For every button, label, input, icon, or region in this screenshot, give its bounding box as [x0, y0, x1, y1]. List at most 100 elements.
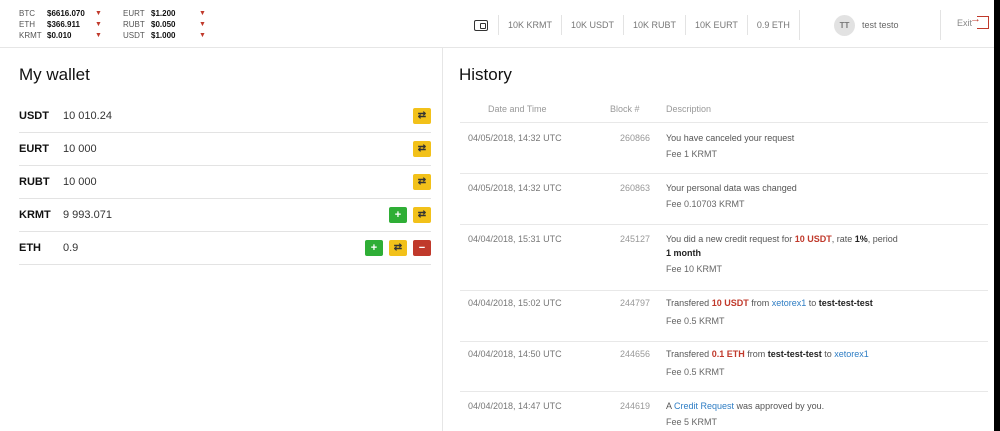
ticker-price: $0.050	[151, 20, 176, 29]
user-link[interactable]: xetorex1	[772, 298, 807, 308]
ticker-symbol: USDT	[123, 31, 145, 40]
history-row: 04/04/2018, 14:47 UTC 244619 A Credit Re…	[460, 391, 988, 431]
caret-down-icon[interactable]: ▼	[95, 8, 105, 19]
exchange-button[interactable]: ⇄	[413, 141, 431, 157]
history-block: 244656	[619, 349, 650, 359]
wallet-row-eth: ETH 0.9 + ⇄ −	[19, 232, 431, 265]
wallet-amount: 10 000	[63, 176, 97, 188]
avatar: TT	[834, 14, 855, 36]
history-fee: Fee 0.5 KRMT	[666, 316, 725, 326]
wallet-currency: KRMT	[19, 209, 51, 221]
history-row: 04/04/2018, 15:31 UTC 245127 You did a n…	[460, 224, 988, 290]
desc-user: test-test-test	[767, 349, 822, 359]
caret-down-icon[interactable]: ▼	[199, 19, 209, 30]
balance-krmt: 10K KRMT	[498, 15, 561, 35]
history-date: 04/04/2018, 15:02 UTC	[468, 298, 562, 308]
top-bar: BTC $6616.070 ▼ ETH $366.911 ▼ KRMT $0.010 ▼ E…	[0, 0, 994, 48]
wallet-amount: 9 993.071	[63, 209, 112, 221]
user-menu[interactable]: TT test testo	[799, 10, 941, 40]
add-button[interactable]: +	[365, 240, 383, 256]
credit-request-link[interactable]: Credit Request	[674, 401, 734, 411]
add-button[interactable]: +	[389, 207, 407, 223]
wallet-currency: RUBT	[19, 176, 50, 188]
history-block: 245127	[619, 234, 650, 244]
desc-text: , rate	[831, 234, 855, 244]
ticker-price: $366.911	[47, 20, 80, 29]
wallet-panel: My wallet USDT 10 010.24 ⇄ EURT 10 000 ⇄…	[0, 48, 443, 431]
history-row: 04/04/2018, 15:02 UTC 244797 Transfered …	[460, 290, 988, 341]
desc-text: Transfered	[666, 349, 712, 359]
exchange-button[interactable]: ⇄	[389, 240, 407, 256]
wallet-amount: 10 000	[63, 143, 97, 155]
ticker-symbol: KRMT	[19, 31, 42, 40]
minus-icon: −	[418, 241, 426, 254]
history-date: 04/05/2018, 14:32 UTC	[468, 183, 562, 193]
plus-icon: +	[370, 241, 378, 254]
column-header-date: Date and Time	[488, 104, 547, 114]
exit-button[interactable]: Exit	[957, 13, 990, 29]
history-row: 04/05/2018, 14:32 UTC 260863 Your person…	[460, 173, 988, 224]
history-fee: Fee 0.5 KRMT	[666, 367, 725, 377]
ticker-row-eth[interactable]: ETH $366.911 ▼	[19, 19, 105, 30]
caret-down-icon[interactable]: ▼	[199, 30, 209, 41]
desc-text: , period	[867, 234, 898, 244]
balance-bar: 10K KRMT 10K USDT 10K RUBT 10K EURT 0.9 …	[474, 15, 799, 35]
exit-icon	[970, 13, 990, 29]
ticker-symbol: ETH	[19, 20, 35, 29]
exchange-button[interactable]: ⇄	[413, 207, 431, 223]
caret-down-icon[interactable]: ▼	[199, 8, 209, 19]
desc-rate: 1%	[854, 234, 868, 244]
caret-down-icon[interactable]: ▼	[95, 19, 105, 30]
wallet-icon[interactable]	[474, 19, 488, 31]
user-link[interactable]: xetorex1	[834, 349, 869, 359]
exchange-button[interactable]: ⇄	[413, 108, 431, 124]
ticker-row-usdt[interactable]: USDT $1.000 ▼	[123, 30, 209, 41]
desc-text: from	[748, 298, 772, 308]
remove-button[interactable]: −	[413, 240, 431, 256]
history-description: Transfered 10 USDT from xetorex1 to test…	[666, 296, 984, 310]
history-date: 04/04/2018, 14:50 UTC	[468, 349, 562, 359]
history-description: Your personal data was changed	[666, 183, 797, 193]
user-name: test testo	[862, 20, 899, 30]
ticker-price: $1.000	[151, 31, 176, 40]
desc-user: test-test-test	[818, 298, 873, 308]
balance-rubt: 10K RUBT	[623, 15, 685, 35]
app-frame: BTC $6616.070 ▼ ETH $366.911 ▼ KRMT $0.010 ▼ E…	[0, 0, 994, 431]
desc-amount: 10 USDT	[711, 298, 749, 308]
wallet-row-eurt: EURT 10 000 ⇄	[19, 133, 431, 166]
ticker-price: $1.200	[151, 9, 176, 18]
history-block: 244797	[619, 298, 650, 308]
history-fee: Fee 10 KRMT	[666, 264, 723, 274]
history-description: Transfered 0.1 ETH from test-test-test t…	[666, 347, 984, 361]
ticker-left: BTC $6616.070 ▼ ETH $366.911 ▼ KRMT $0.010 ▼	[19, 8, 105, 41]
desc-text: was approved by you.	[734, 401, 825, 411]
history-panel: History Date and Time Block # Descriptio…	[444, 48, 994, 431]
history-date: 04/05/2018, 14:32 UTC	[468, 133, 562, 143]
desc-text: Transfered	[666, 298, 712, 308]
history-fee: Fee 0.10703 KRMT	[666, 199, 745, 209]
plus-icon: +	[394, 208, 402, 221]
balance-eth: 0.9 ETH	[746, 15, 799, 35]
wallet-row-usdt: USDT 10 010.24 ⇄	[19, 100, 431, 133]
desc-period: 1 month	[666, 248, 701, 258]
wallet-row-rubt: RUBT 10 000 ⇄	[19, 166, 431, 199]
ticker-row-rubt[interactable]: RUBT $0.050 ▼	[123, 19, 209, 30]
ticker-row-eurt[interactable]: EURT $1.200 ▼	[123, 8, 209, 19]
history-fee: Fee 5 KRMT	[666, 417, 718, 427]
history-description: You did a new credit request for 10 USDT…	[666, 232, 984, 260]
exchange-arrows-icon: ⇄	[417, 143, 427, 154]
desc-amount: 10 USDT	[794, 234, 832, 244]
ticker-row-krmt[interactable]: KRMT $0.010 ▼	[19, 30, 105, 41]
history-block: 244619	[619, 401, 650, 411]
history-date: 04/04/2018, 15:31 UTC	[468, 234, 562, 244]
caret-down-icon[interactable]: ▼	[95, 30, 105, 41]
history-row: 04/04/2018, 14:50 UTC 244656 Transfered …	[460, 341, 988, 391]
wallet-currency: ETH	[19, 242, 41, 254]
exchange-button[interactable]: ⇄	[413, 174, 431, 190]
history-description: You have canceled your request	[666, 133, 795, 143]
wallet-amount: 0.9	[63, 242, 79, 254]
history-block: 260866	[619, 133, 650, 143]
exchange-arrows-icon: ⇄	[417, 110, 427, 121]
ticker-row-btc[interactable]: BTC $6616.070 ▼	[19, 8, 105, 19]
history-title: History	[459, 65, 512, 84]
